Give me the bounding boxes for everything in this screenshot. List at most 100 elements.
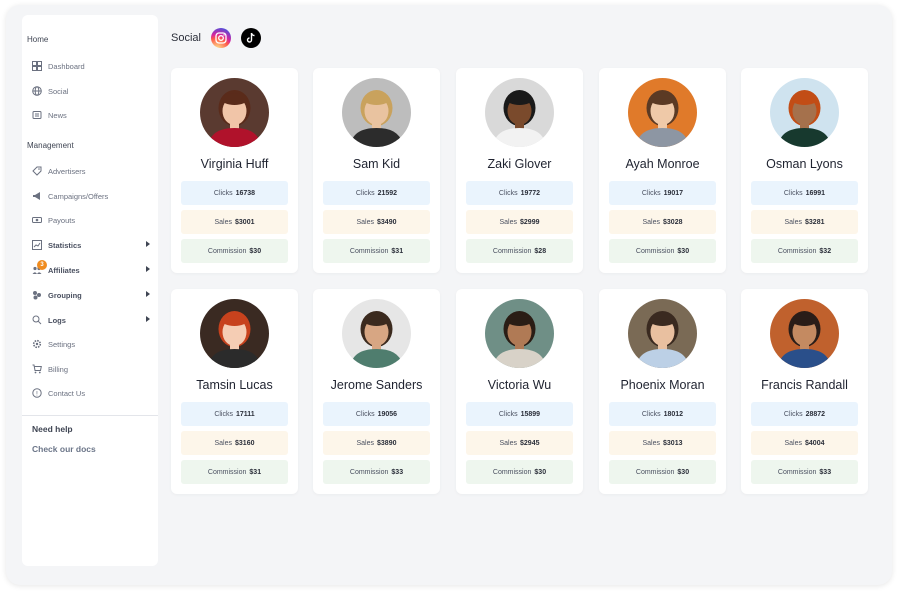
megaphone-icon	[32, 191, 42, 201]
sales-value: $3160	[235, 439, 255, 447]
avatar	[628, 78, 697, 147]
sales-stat: Sales $4004	[751, 431, 858, 455]
clicks-stat: Clicks 16738	[181, 181, 288, 205]
affiliate-card[interactable]: Sam Kid Clicks 21592 Sales $3490 Commission $3…	[313, 68, 440, 273]
affiliate-name: Francis Randall	[761, 378, 848, 392]
commission-label: Commission	[635, 468, 675, 476]
sidebar-item-payouts[interactable]: Payouts	[32, 213, 152, 227]
sidebar-item-settings[interactable]: Settings	[32, 337, 152, 351]
clicks-stat: Clicks 18012	[609, 402, 716, 426]
clicks-value: 21592	[377, 189, 398, 197]
sidebar-item-label: Logs	[48, 315, 66, 325]
sales-stat: Sales $2999	[466, 210, 573, 234]
sales-label: Sales	[214, 439, 233, 447]
commission-value: $30	[677, 247, 690, 255]
clicks-stat: Clicks 19772	[466, 181, 573, 205]
affiliate-card[interactable]: Jerome Sanders Clicks 19056 Sales $3890 Commi…	[313, 289, 440, 494]
clicks-label: Clicks	[783, 189, 803, 197]
commission-label: Commission	[777, 247, 817, 255]
news-icon	[32, 110, 42, 120]
affiliate-name: Jerome Sanders	[330, 378, 423, 392]
avatar	[200, 299, 269, 368]
sidebar-item-campaigns[interactable]: Campaigns/Offers	[32, 189, 152, 203]
commission-stat: Commission $31	[181, 460, 288, 484]
commission-stat: Commission $33	[751, 460, 858, 484]
svg-text:!: !	[36, 390, 38, 397]
page-title: Social	[171, 32, 201, 44]
avatar	[770, 299, 839, 368]
group-icon	[32, 290, 42, 300]
help-title: Need help	[32, 424, 73, 434]
sidebar: Home Dashboard Social News Management Ad…	[22, 15, 158, 566]
notification-badge: 3	[37, 260, 47, 270]
globe-icon	[32, 86, 42, 96]
affiliate-card[interactable]: Phoenix Moran Clicks 18012 Sales $3013 Commis…	[599, 289, 726, 494]
sales-stat: Sales $3001	[181, 210, 288, 234]
affiliate-card[interactable]: Francis Randall Clicks 28872 Sales $4004 Comm…	[741, 289, 868, 494]
tiktok-icon[interactable]	[240, 28, 261, 48]
commission-stat: Commission $33	[323, 460, 430, 484]
sales-value: $3890	[377, 439, 397, 447]
money-icon	[32, 215, 42, 225]
avatar	[342, 78, 411, 147]
affiliate-name: Ayah Monroe	[625, 157, 700, 171]
sales-value: $3001	[235, 218, 255, 226]
affiliate-name: Tamsin Lucas	[196, 378, 273, 392]
chart-icon	[32, 240, 42, 250]
instagram-icon[interactable]	[210, 28, 231, 48]
tag-icon	[32, 166, 42, 176]
sidebar-item-label: Advertisers	[48, 166, 86, 176]
sidebar-item-label: Campaigns/Offers	[48, 191, 109, 201]
avatar	[342, 299, 411, 368]
clicks-value: 16991	[805, 189, 826, 197]
commission-value: $28	[534, 247, 547, 255]
sidebar-item-advertisers[interactable]: Advertisers	[32, 164, 152, 178]
sidebar-item-billing[interactable]: Billing	[32, 362, 152, 376]
sidebar-item-label: Payouts	[48, 215, 76, 225]
commission-value: $32	[819, 247, 832, 255]
clicks-value: 17111	[235, 410, 255, 418]
clicks-value: 15899	[520, 410, 541, 418]
sidebar-item-contact[interactable]: ! Contact Us	[32, 386, 152, 400]
sidebar-item-label: Statistics	[48, 240, 82, 250]
sidebar-item-label: Grouping	[48, 290, 82, 300]
sales-value: $2999	[520, 218, 540, 226]
affiliate-card[interactable]: Osman Lyons Clicks 16991 Sales $3281 Commissi…	[741, 68, 868, 273]
commission-value: $31	[249, 468, 262, 476]
sales-label: Sales	[642, 439, 661, 447]
affiliate-name: Osman Lyons	[766, 157, 843, 171]
commission-label: Commission	[492, 468, 532, 476]
commission-stat: Commission $30	[609, 239, 716, 263]
commission-stat: Commission $30	[609, 460, 716, 484]
sidebar-item-label: Billing	[48, 364, 69, 374]
commission-stat: Commission $31	[323, 239, 430, 263]
sidebar-item-label: Affiliates	[48, 265, 80, 275]
sidebar-item-label: News	[48, 110, 67, 120]
clicks-value: 19017	[663, 189, 684, 197]
sidebar-item-logs[interactable]: Logs	[32, 313, 152, 327]
affiliate-name: Victoria Wu	[487, 378, 552, 392]
sales-label: Sales	[356, 218, 375, 226]
affiliate-card[interactable]: Tamsin Lucas Clicks 17111 Sales $3160 Commiss…	[171, 289, 298, 494]
sidebar-item-news[interactable]: News	[32, 108, 152, 122]
sidebar-item-grouping[interactable]: Grouping	[32, 288, 152, 302]
docs-link[interactable]: Check our docs	[32, 444, 96, 454]
affiliate-card[interactable]: Ayah Monroe Clicks 19017 Sales $3028 Commissi…	[599, 68, 726, 273]
sidebar-divider	[22, 415, 158, 416]
sales-stat: Sales $3890	[323, 431, 430, 455]
affiliate-card[interactable]: Victoria Wu Clicks 15899 Sales $2945 Commissi…	[456, 289, 583, 494]
affiliate-card[interactable]: Zaki Glover Clicks 19772 Sales $2999 Commissi…	[456, 68, 583, 273]
sidebar-item-dashboard[interactable]: Dashboard	[32, 59, 152, 73]
affiliate-card[interactable]: Virginia Huff Clicks 16738 Sales $3001 Commis…	[171, 68, 298, 273]
affiliate-name: Phoenix Moran	[620, 378, 705, 392]
commission-value: $30	[249, 247, 262, 255]
commission-value: $33	[819, 468, 832, 476]
clicks-label: Clicks	[355, 410, 375, 418]
sidebar-item-label: Settings	[48, 339, 76, 349]
sidebar-item-label: Dashboard	[48, 61, 85, 71]
clicks-stat: Clicks 19017	[609, 181, 716, 205]
clicks-label: Clicks	[641, 410, 661, 418]
sidebar-item-statistics[interactable]: Statistics	[32, 238, 152, 252]
sidebar-item-affiliates[interactable]: 3 Affiliates	[32, 260, 152, 277]
sidebar-item-social[interactable]: Social	[32, 84, 152, 98]
